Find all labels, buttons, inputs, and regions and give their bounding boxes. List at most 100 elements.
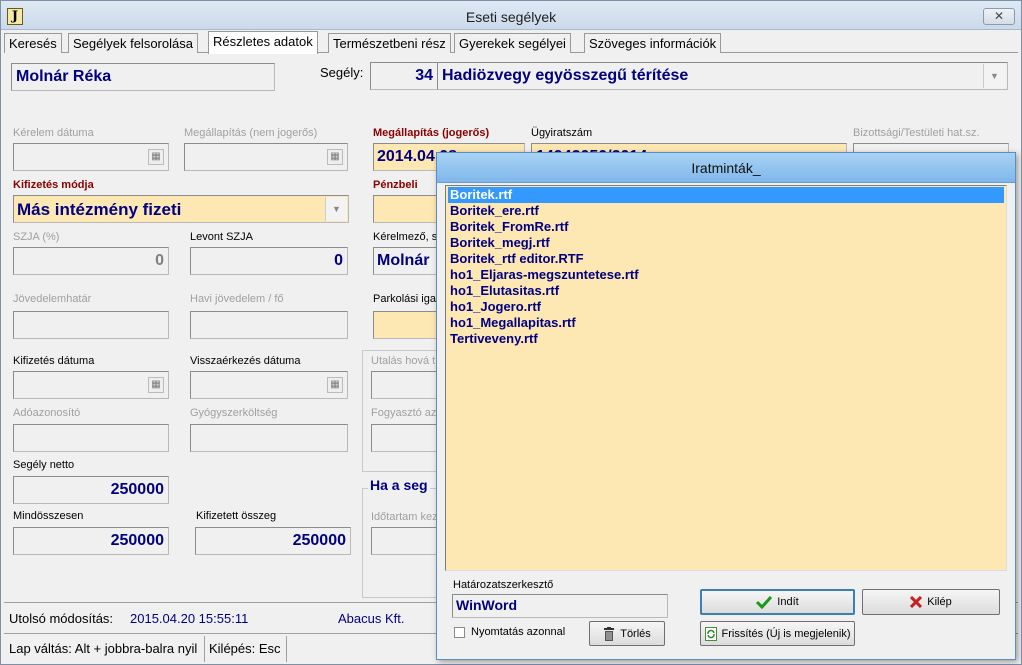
company-name: Abacus Kft. (338, 611, 405, 626)
iratmintak-dialog: Iratminták_ Boritek.rtf Boritek_ere.rtf … (436, 152, 1016, 660)
kifizetes-modja-value: Más intézmény fizeti (17, 200, 182, 219)
kifizetes-modja-select[interactable]: Más intézmény fizeti ▼ (13, 195, 349, 223)
start-button-label: Indít (777, 596, 799, 608)
last-modified-label: Utolsó módosítás: (9, 611, 114, 626)
list-item[interactable]: Boritek_ere.rtf (448, 203, 1004, 219)
gyogyszerkoltseg-field[interactable] (190, 424, 348, 452)
idotartam-label: Időtartam kez (371, 511, 438, 523)
tab-reszletes-adatok[interactable]: Részletes adatok (208, 31, 318, 54)
dialog-title: Iratminták_ (437, 153, 1015, 183)
segely-code-field[interactable]: 34 (370, 62, 438, 90)
refresh-icon (704, 626, 717, 641)
editor-field[interactable]: WinWord (452, 594, 668, 618)
parkolasi-field[interactable] (373, 311, 443, 339)
fogyaszto-label: Fogyasztó az (371, 407, 437, 419)
list-item[interactable]: Boritek_rtf editor.RTF (448, 251, 1004, 267)
penzbeli-field[interactable] (373, 195, 443, 223)
mindosszesen-field[interactable]: 250000 (13, 527, 169, 555)
list-item[interactable]: Boritek_FromRe.rtf (448, 219, 1004, 235)
calendar-icon[interactable]: ▦ (148, 377, 164, 393)
template-list[interactable]: Boritek.rtf Boritek_ere.rtf Boritek_From… (445, 185, 1007, 571)
last-modified-value: 2015.04.20 15:55:11 (130, 611, 249, 626)
gyogyszerkoltseg-label: Gyógyszerköltség (190, 407, 278, 419)
editor-value: WinWord (456, 597, 518, 613)
tab-kereses[interactable]: Keresés (4, 33, 62, 53)
levont-szja-value: 0 (334, 252, 343, 269)
kerelmezo-value: Molnár (377, 252, 430, 269)
refresh-button[interactable]: Frissítés (Új is megjelenik) (700, 621, 855, 646)
close-icon[interactable]: ✕ (983, 8, 1015, 25)
kifizetes-datuma-field[interactable]: ▦ (13, 371, 169, 399)
kerelmezo-label: Kérelmező, se (373, 231, 444, 243)
kifizetett-osszeg-field[interactable]: 250000 (195, 527, 351, 555)
mindosszesen-label: Mindösszesen (13, 510, 84, 522)
title-bar: J Eseti segélyek ✕ (1, 1, 1021, 30)
kerelem-datuma-label: Kérelem dátuma (13, 127, 94, 139)
hint-exit: Kilépés: Esc (209, 641, 281, 656)
kerelem-datuma-field[interactable]: ▦ (13, 143, 169, 171)
utalas-field[interactable] (371, 371, 443, 399)
adoazonosito-label: Adóazonosító (13, 407, 81, 419)
list-item[interactable]: Boritek_megj.rtf (448, 235, 1004, 251)
utalas-label: Utalás hová t (371, 355, 436, 367)
levont-szja-field[interactable]: 0 (190, 247, 348, 275)
segely-name: Hadiözvegy egyösszegű térítése (442, 67, 689, 84)
list-item[interactable]: Boritek.rtf (448, 187, 1004, 203)
penzbeli-label: Pénzbeli (373, 179, 418, 191)
person-name: Molnár Réka (16, 68, 112, 85)
trash-icon (604, 626, 615, 641)
megallapitas-jogeros-label: Megállapítás (jogerős) (373, 127, 490, 139)
print-immediately-checkbox[interactable] (454, 627, 465, 638)
status-separator (286, 636, 287, 662)
levont-szja-label: Levont SZJA (190, 231, 253, 243)
delete-button[interactable]: Törlés (589, 621, 665, 646)
kifizetett-osszeg-value: 250000 (292, 532, 346, 549)
jovedelemhatar-field[interactable] (13, 311, 169, 339)
parkolasi-label: Parkolási igaz (373, 293, 442, 305)
jovedelemhatar-label: Jövedelemhatár (13, 293, 92, 305)
ha-a-seg-label: Ha a seg (368, 477, 430, 493)
megallapitas-nem-jogeros-field[interactable]: ▦ (184, 143, 348, 171)
segely-type-select[interactable]: Hadiözvegy egyösszegű térítése ▼ (437, 62, 1008, 90)
bizottsagi-label: Bizottsági/Testületi hat.sz. (853, 127, 980, 139)
segely-netto-field[interactable]: 250000 (13, 476, 169, 504)
idotartam-field[interactable] (371, 527, 443, 555)
tab-gyerekek-segelyei[interactable]: Gyerekek segélyei (454, 33, 571, 53)
list-item[interactable]: ho1_Elutasitas.rtf (448, 283, 1004, 299)
hint-tab-switch: Lap váltás: Alt + jobbra-balra nyil (9, 641, 198, 656)
chevron-down-icon[interactable]: ▼ (325, 197, 347, 221)
szja-field[interactable]: 0 (13, 247, 169, 275)
list-item[interactable]: ho1_Jogero.rtf (448, 299, 1004, 315)
list-item[interactable]: ho1_Eljaras-megszuntetese.rtf (448, 267, 1004, 283)
visszaerkezes-datuma-label: Visszaérkezés dátuma (190, 355, 301, 367)
ugyiratszam-label: Ügyiratszám (531, 127, 593, 139)
calendar-icon[interactable]: ▦ (327, 149, 343, 165)
calendar-icon[interactable]: ▦ (148, 149, 164, 165)
chevron-down-icon[interactable]: ▼ (983, 64, 1005, 88)
list-item[interactable]: ho1_Megallapitas.rtf (448, 315, 1004, 331)
kerelmezo-field[interactable]: Molnár (373, 247, 443, 275)
segely-label: Segély: (320, 65, 364, 80)
calendar-icon[interactable]: ▦ (327, 377, 343, 393)
tab-szoveges-informaciok[interactable]: Szöveges információk (584, 33, 722, 53)
visszaerkezes-datuma-field[interactable]: ▦ (190, 371, 348, 399)
print-immediately-label: Nyomtatás azonnal (471, 626, 566, 638)
checkmark-icon (756, 595, 773, 609)
fogyaszto-field[interactable] (371, 424, 443, 452)
window-title: Eseti segélyek (465, 9, 557, 25)
szja-label: SZJA (%) (13, 231, 60, 243)
exit-button-label: Kilép (927, 596, 952, 608)
adoazonosito-field[interactable] (13, 424, 169, 452)
status-separator (204, 636, 205, 662)
kifizetett-osszeg-label: Kifizetett összeg (196, 510, 277, 522)
havi-jovedelem-field[interactable] (190, 311, 348, 339)
tab-bar: Keresés Segélyek felsorolása Részletes a… (4, 31, 1018, 54)
tab-termeszetbeni-resz[interactable]: Természetbeni rész (328, 33, 451, 53)
exit-button[interactable]: Kilép (862, 589, 1000, 615)
list-item[interactable]: Tertiveveny.rtf (448, 331, 1004, 347)
person-name-field[interactable]: Molnár Réka (11, 63, 275, 91)
start-button[interactable]: Indít (700, 589, 855, 615)
tab-segelyek-felsorolasa[interactable]: Segélyek felsorolása (68, 33, 198, 53)
segely-code: 34 (415, 67, 433, 84)
segely-netto-label: Segély netto (13, 459, 75, 471)
